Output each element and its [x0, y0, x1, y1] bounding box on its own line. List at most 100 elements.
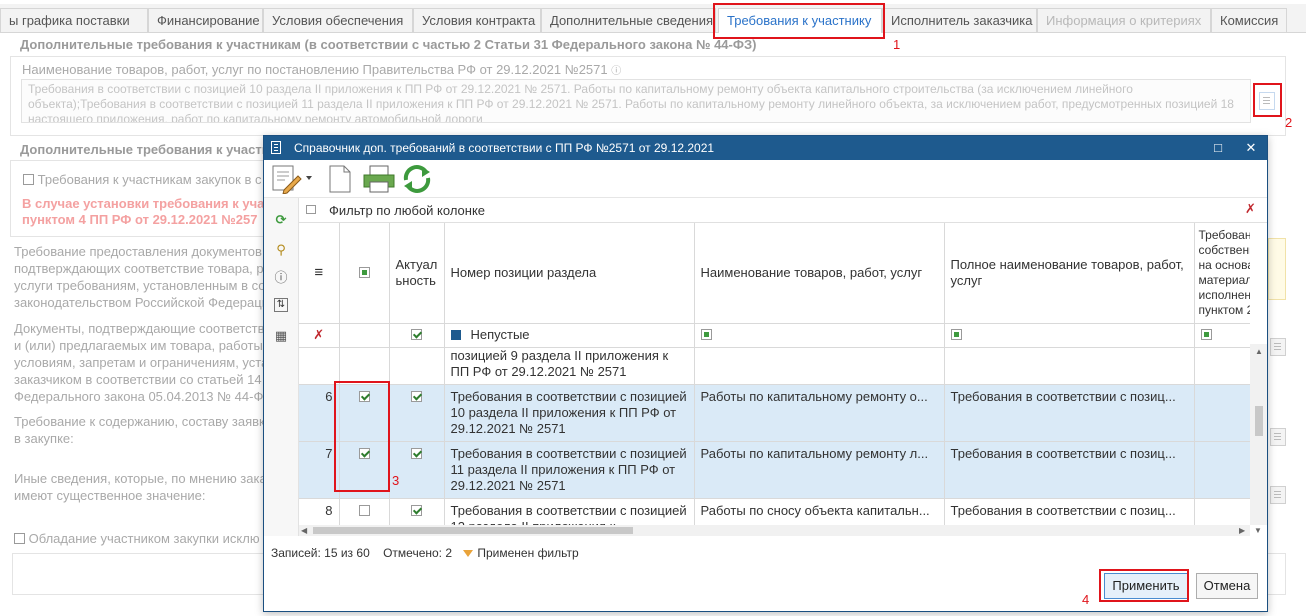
maximize-icon[interactable]: □	[1206, 136, 1230, 160]
refresh-icon[interactable]	[400, 164, 434, 194]
row-position: позицией 9 раздела II приложения к ПП РФ…	[444, 348, 695, 385]
row-number: 8	[299, 498, 340, 525]
filter-input[interactable]: Фильтр по любой колонке	[329, 203, 485, 218]
filter-panel-icon[interactable]	[306, 205, 316, 214]
table-row[interactable]: позицией 9 раздела II приложения к ПП РФ…	[299, 348, 1250, 385]
scroll-down-icon[interactable]: ▼	[1254, 526, 1262, 535]
tab-financing[interactable]: Финансирование	[148, 8, 263, 32]
row-select-cell[interactable]	[339, 348, 390, 385]
table-row[interactable]: 8 Требования в соответствии с позицией 1…	[299, 498, 1250, 525]
filter-full-name-checkbox[interactable]	[950, 329, 962, 340]
column-settings-icon[interactable]: ▦	[273, 328, 289, 344]
tab-criteria-info: Информация о критериях	[1037, 8, 1211, 32]
filter-name-checkbox[interactable]	[700, 329, 712, 340]
tab-customer-executor[interactable]: Исполнитель заказчика	[882, 8, 1037, 32]
edit-document-icon[interactable]	[270, 164, 314, 194]
horizontal-scrollbar[interactable]: ◀ ▶	[299, 525, 1250, 536]
row-select-cell[interactable]	[339, 498, 390, 525]
select-all-header[interactable]	[339, 223, 390, 324]
filter-value: Непустые	[470, 327, 530, 342]
filter-bar: Фильтр по любой колонке ✗	[299, 198, 1267, 223]
list-icon[interactable]	[1270, 428, 1286, 446]
refresh-side-icon[interactable]: ⟳	[273, 212, 289, 228]
column-header-extra[interactable]: Требования к собственности на основании …	[1194, 223, 1250, 324]
clear-filter-icon[interactable]: ✗	[1245, 201, 1256, 217]
tab-security-conditions[interactable]: Условия обеспечения	[263, 8, 413, 32]
annotation-label: 3	[392, 473, 400, 488]
other-line: имеют существенное значение:	[14, 488, 206, 503]
print-icon[interactable]	[362, 164, 396, 194]
tab-commission[interactable]: Комиссия	[1211, 8, 1287, 32]
column-header-actual[interactable]: Актуальность	[389, 223, 445, 324]
filter-cell-actual[interactable]	[389, 323, 445, 348]
filter-actual-checkbox[interactable]	[411, 329, 422, 340]
table-row[interactable]: 6 Требования в соответствии с позицией 1…	[299, 384, 1250, 442]
tab-label: Финансирование	[157, 13, 260, 28]
other-label: Иные сведения, которые, по мнению зака и…	[14, 470, 267, 504]
select-all-checkbox[interactable]	[358, 266, 370, 278]
scroll-thumb[interactable]	[1255, 406, 1263, 436]
tab-bar: ы графика поставки Финансирование Услови…	[0, 4, 1306, 33]
possession-row[interactable]: Обладание участником закупки исклю	[14, 531, 260, 546]
list-icon[interactable]	[1270, 486, 1286, 504]
tab-label: Условия контракта	[422, 13, 536, 28]
row-checkbox[interactable]	[358, 505, 370, 516]
warning-line: пунктом 4 ПП РФ от 29.12.2021 №257	[22, 212, 258, 227]
info-side-icon[interactable]: ⓘ	[273, 270, 289, 286]
column-header-full-name[interactable]: Полное наименование товаров, работ, услу…	[944, 223, 1195, 324]
docs2-line: Федерального закона 05.04.2013 № 44-Ф3	[14, 389, 271, 404]
filter-cell-name[interactable]	[694, 323, 945, 348]
goods-label: Наименование товаров, работ, услуг по по…	[22, 62, 621, 77]
possession-checkbox[interactable]	[14, 533, 25, 544]
annotation-label: 2	[1285, 115, 1293, 130]
filter-applied-label: Применен фильтр	[477, 546, 579, 560]
docs-line: Требование предоставления документов,	[14, 244, 266, 259]
vertical-scrollbar[interactable]: ▲	[1250, 344, 1267, 525]
column-header-name[interactable]: Наименование товаров, работ, услуг	[694, 223, 945, 324]
menu-column-header[interactable]: ≡	[299, 223, 340, 324]
marked-count: Отмечено: 2	[383, 546, 453, 560]
list-icon[interactable]	[1270, 338, 1286, 356]
annotation-label: 1	[893, 37, 901, 52]
row-name: Работы по капитальному ремонту л...	[694, 441, 945, 499]
scroll-up-icon[interactable]: ▲	[1255, 347, 1263, 356]
possession-label: Обладание участником закупки исклю	[28, 531, 260, 546]
sort-icon[interactable]: ⇅	[274, 298, 288, 312]
req-checkbox-label: Требования к участникам закупок в с	[37, 172, 262, 187]
clear-row-filter-icon[interactable]: ✗	[299, 323, 340, 348]
tab-contract-conditions[interactable]: Условия контракта	[413, 8, 541, 32]
column-header-number[interactable]: Номер позиции раздела	[444, 223, 695, 324]
cancel-button[interactable]: Отмена	[1196, 573, 1258, 599]
dialog-title-bar: Справочник доп. требований в соответстви…	[264, 136, 1267, 160]
filter-cell-extra[interactable]	[1194, 323, 1250, 348]
grid-body: позицией 9 раздела II приложения к ПП РФ…	[299, 348, 1250, 525]
content-line: в закупке:	[14, 431, 74, 446]
dialog-toolbar	[264, 161, 1267, 198]
actual-checkbox	[411, 505, 422, 516]
content-line: Требование к содержанию, составу заявк	[14, 414, 265, 429]
close-icon[interactable]: ✕	[1239, 136, 1263, 160]
tab-label: Условия обеспечения	[272, 13, 404, 28]
filter-cell-number[interactable]: Непустые	[444, 323, 695, 348]
goods-label-text: Наименование товаров, работ, услуг по по…	[22, 62, 608, 77]
goods-textarea[interactable]: Требования в соответствии с позицией 10 …	[21, 79, 1251, 123]
filter-applied-icon	[463, 550, 474, 557]
filter-extra-checkbox[interactable]	[1200, 329, 1212, 340]
new-document-icon[interactable]	[326, 164, 354, 194]
req-checkbox-row[interactable]: Требования к участникам закупок в с	[23, 172, 261, 187]
table-row[interactable]: 7 Требования в соответствии с позицией 1…	[299, 441, 1250, 499]
scroll-left-icon[interactable]: ◀	[301, 526, 307, 535]
docs2-label: Документы, подтверждающие соответств и (…	[14, 320, 271, 405]
row-full-name: Требования в соответствии с позиц...	[944, 498, 1195, 525]
tab-delivery-schedule[interactable]: ы графика поставки	[0, 8, 148, 32]
filter-icon[interactable]: ⚲	[273, 242, 289, 258]
row-position: Требования в соответствии с позицией 10 …	[444, 384, 695, 442]
scroll-right-icon[interactable]: ▶	[1239, 526, 1245, 535]
scroll-thumb[interactable]	[313, 527, 633, 534]
tab-label: Дополнительные сведения	[550, 13, 714, 28]
hamburger-icon[interactable]: ≡	[314, 264, 323, 281]
tab-additional-info[interactable]: Дополнительные сведения	[541, 8, 716, 32]
filter-cell-full-name[interactable]	[944, 323, 1195, 348]
req-checkbox[interactable]	[23, 174, 34, 185]
row-full-name: Требования в соответствии с позиц...	[944, 384, 1195, 442]
